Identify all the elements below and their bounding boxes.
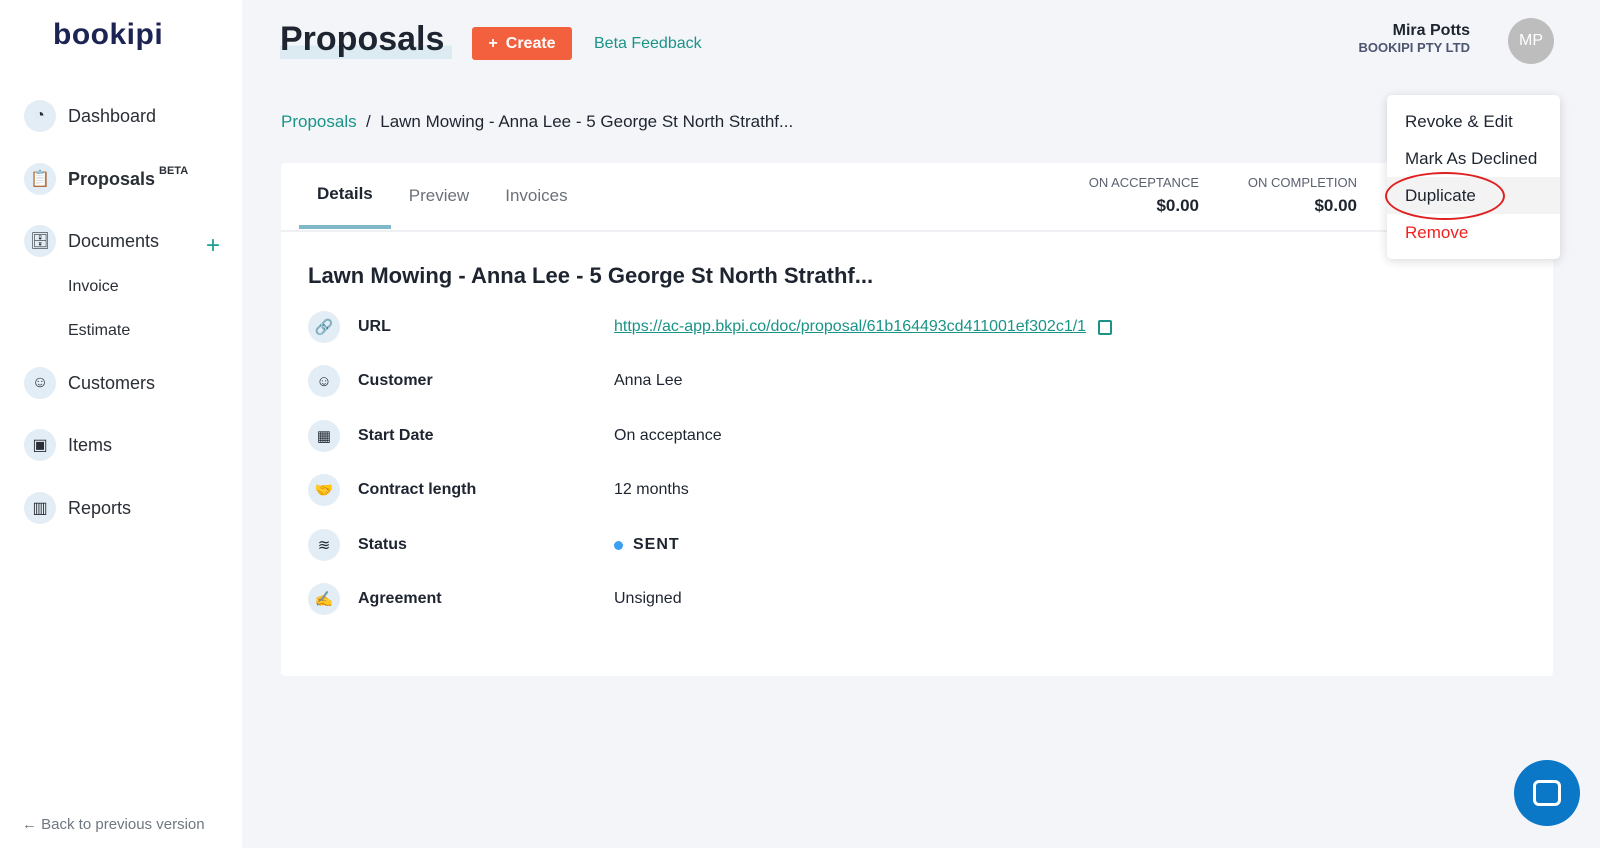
sidebar: bookipi ◔ Dashboard 📋 Proposals BETA 🗄 Docum…	[0, 0, 242, 848]
clipboard-icon: 📋	[24, 163, 56, 195]
sidebar-item-customers[interactable]: ☺ Customers	[24, 367, 155, 399]
menu-item-revoke-edit[interactable]: Revoke & Edit	[1387, 103, 1560, 140]
person-icon: ☺	[308, 365, 340, 397]
proposal-url-link[interactable]: https://ac-app.bkpi.co/doc/proposal/61b1…	[614, 318, 1086, 336]
menu-item-mark-declined[interactable]: Mark As Declined	[1387, 140, 1560, 177]
menu-item-remove[interactable]: Remove	[1387, 214, 1560, 251]
bar-chart-icon: ▥	[24, 492, 56, 524]
contract-length-row: 🤝 Contract length 12 months	[308, 474, 689, 506]
breadcrumb-proposals[interactable]: Proposals	[281, 112, 357, 131]
beta-feedback-link[interactable]: Beta Feedback	[594, 35, 702, 53]
avatar[interactable]: MP	[1508, 18, 1554, 64]
status-dot	[614, 540, 623, 550]
tab-preview[interactable]: Preview	[391, 163, 487, 229]
sidebar-item-dashboard[interactable]: ◔ Dashboard	[24, 100, 156, 132]
sidebar-item-proposals[interactable]: 📋 Proposals BETA	[24, 163, 188, 195]
user-info[interactable]: Mira Potts BOOKIPI PTY LTD	[1359, 22, 1470, 55]
create-button[interactable]: + Create	[472, 27, 572, 60]
proposal-card: Details Preview Invoices ON ACCEPTANCE $0…	[281, 163, 1553, 676]
on-acceptance-amount: ON ACCEPTANCE $0.00	[1088, 175, 1199, 215]
chat-icon	[1533, 780, 1561, 806]
customer-row: ☺ Customer Anna Lee	[308, 365, 683, 397]
company-name: BOOKIPI PTY LTD	[1358, 40, 1470, 55]
breadcrumb-current: Lawn Mowing - Anna Lee - 5 George St Nor…	[380, 112, 794, 131]
arrow-left-icon: ←	[22, 816, 42, 833]
highlight-ring	[1385, 172, 1505, 220]
logo: bookipi	[53, 18, 164, 51]
calendar-icon: ▦	[308, 420, 340, 452]
start-date-row: ▦ Start Date On acceptance	[308, 420, 722, 452]
sidebar-item-documents[interactable]: 🗄 Documents	[24, 225, 159, 257]
tray-icon: 🗄	[24, 225, 56, 257]
chat-button[interactable]	[1514, 760, 1580, 826]
breadcrumb-separator: /	[356, 112, 381, 131]
handshake-icon: 🤝	[308, 474, 340, 506]
divider	[281, 230, 1553, 232]
status-row: ≋ Status SENT	[308, 529, 680, 561]
box-icon: ▣	[24, 429, 56, 461]
sidebar-item-reports[interactable]: ▥ Reports	[24, 492, 131, 524]
proposal-title: Lawn Mowing - Anna Lee - 5 George St Nor…	[308, 263, 874, 288]
on-completion-amount: ON COMPLETION $0.00	[1247, 175, 1357, 215]
beta-badge: BETA	[159, 165, 189, 177]
plus-icon: +	[488, 34, 498, 52]
user-name: Mira Potts	[1392, 22, 1470, 39]
copy-icon[interactable]	[1098, 319, 1113, 335]
agreement-row: ✍ Agreement Unsigned	[308, 583, 682, 615]
tab-details[interactable]: Details	[299, 163, 391, 229]
add-document-icon[interactable]: +	[206, 232, 220, 260]
sidebar-item-invoice[interactable]: Invoice	[68, 278, 119, 296]
tab-invoices[interactable]: Invoices	[487, 163, 585, 229]
sidebar-item-items[interactable]: ▣ Items	[24, 429, 112, 461]
signature-icon: ✍	[308, 583, 340, 615]
status-badge: SENT	[633, 536, 680, 553]
person-icon: ☺	[24, 367, 56, 399]
page-title: Proposals	[280, 20, 453, 59]
breadcrumb: Proposals / Lawn Mowing - Anna Lee - 5 G…	[281, 112, 793, 132]
link-icon: 🔗	[308, 311, 340, 343]
back-link[interactable]: ← Back to previous version	[22, 816, 205, 833]
gauge-icon: ◔	[24, 100, 56, 132]
url-row: 🔗 URL https://ac-app.bkpi.co/doc/proposal/…	[308, 311, 1113, 343]
layers-icon: ≋	[308, 529, 340, 561]
sidebar-item-estimate[interactable]: Estimate	[68, 322, 130, 340]
